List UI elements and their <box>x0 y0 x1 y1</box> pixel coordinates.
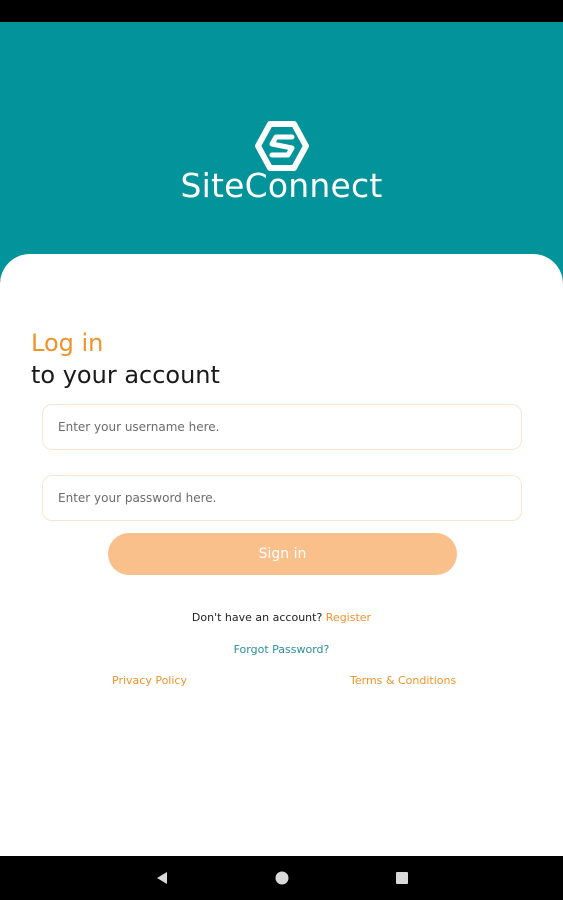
status-bar <box>0 0 563 22</box>
login-subtitle: to your account <box>31 361 220 389</box>
brand-name: SiteConnect <box>180 166 383 205</box>
nav-recents-button[interactable] <box>392 868 412 888</box>
username-input[interactable] <box>42 404 522 450</box>
sign-in-button[interactable]: Sign in <box>108 533 457 575</box>
privacy-policy-link[interactable]: Privacy Policy <box>112 674 187 687</box>
login-title: Log in <box>31 329 104 357</box>
recents-icon <box>396 872 408 884</box>
navigation-bar <box>0 856 563 900</box>
home-icon <box>275 871 289 885</box>
nav-home-button[interactable] <box>272 868 292 888</box>
register-prompt: Don't have an account? Register <box>0 611 563 624</box>
header-banner <box>0 22 563 280</box>
terms-conditions-link[interactable]: Terms & Conditions <box>350 674 456 687</box>
back-icon <box>157 872 167 884</box>
forgot-password-link[interactable]: Forgot Password? <box>0 643 563 656</box>
register-link[interactable]: Register <box>326 611 371 624</box>
password-input[interactable] <box>42 475 522 521</box>
nav-back-button[interactable] <box>152 868 172 888</box>
no-account-text: Don't have an account? <box>191 611 326 624</box>
